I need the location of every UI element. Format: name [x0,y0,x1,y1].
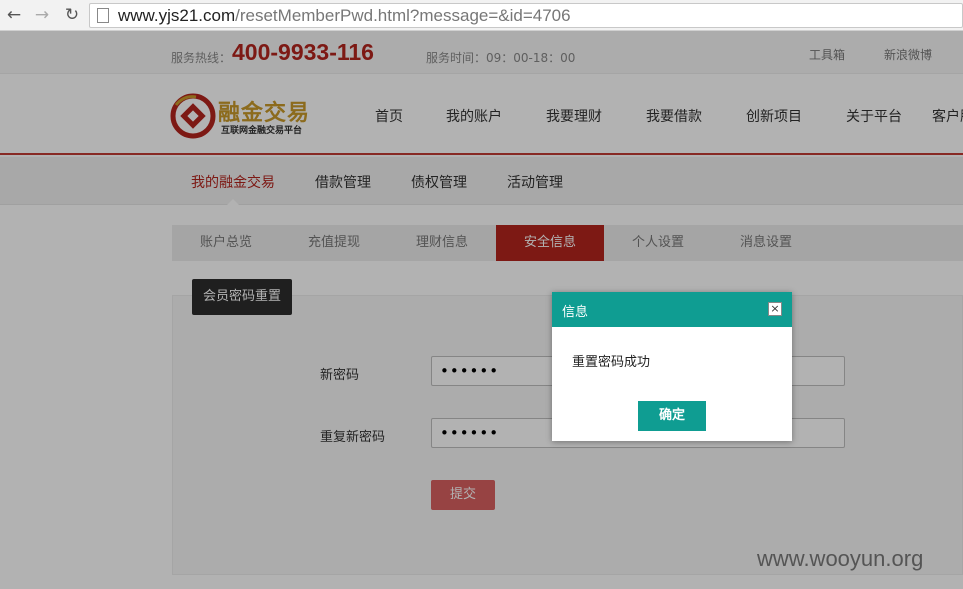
browser-toolbar: ← → ↻ www.yjs21.com/resetMemberPwd.html?… [0,0,963,31]
dialog-title: 信息 [562,305,589,320]
close-icon[interactable]: × [768,302,782,316]
forward-arrow-icon[interactable]: → [32,5,52,25]
ok-button[interactable]: 确定 [638,401,706,431]
dialog-message: 重置密码成功 [572,355,651,370]
page-icon [97,8,109,23]
url-path: /resetMemberPwd.html?message=&id=4706 [235,6,571,25]
info-dialog: 信息 × 重置密码成功 确定 [552,292,792,441]
address-bar[interactable]: www.yjs21.com/resetMemberPwd.html?messag… [89,3,963,28]
url-text[interactable]: www.yjs21.com/resetMemberPwd.html?messag… [118,6,571,26]
back-arrow-icon[interactable]: ← [4,5,24,25]
url-host: www.yjs21.com [118,6,236,25]
modal-overlay [0,31,963,589]
dialog-header: 信息 × [552,292,792,327]
reload-icon[interactable]: ↻ [62,5,82,25]
watermark: www.wooyun.org [757,546,924,571]
